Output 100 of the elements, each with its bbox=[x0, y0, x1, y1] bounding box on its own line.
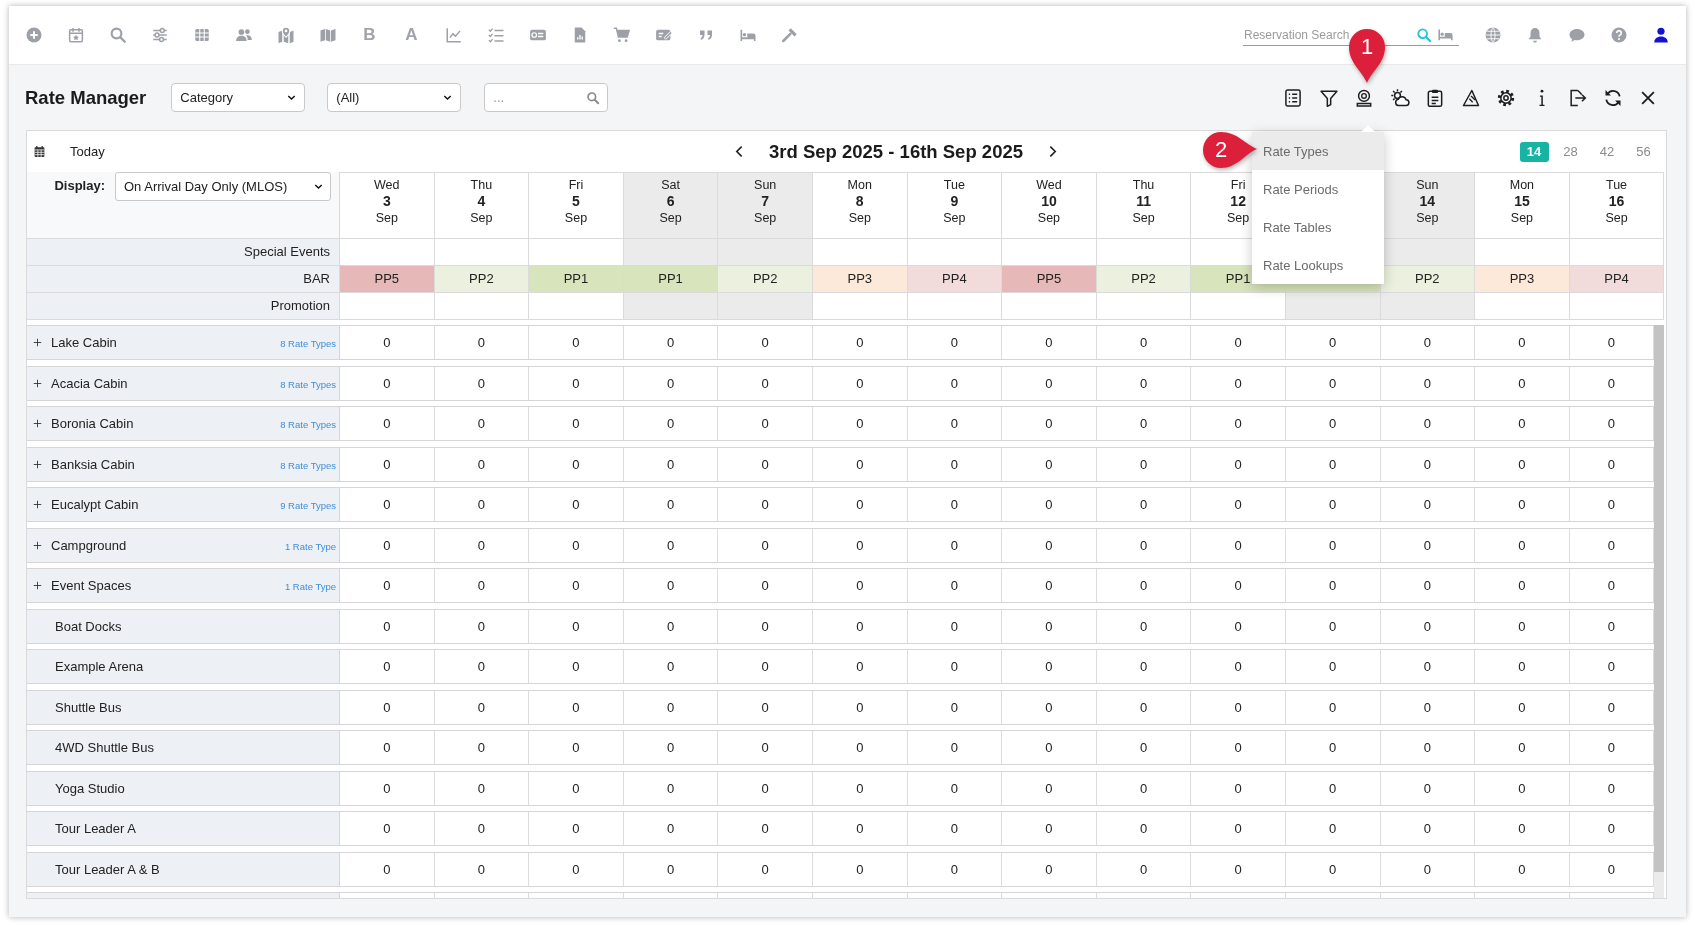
table-cell: 0 bbox=[1285, 447, 1381, 481]
line-chart-icon[interactable] bbox=[444, 26, 463, 44]
table-cell: 0 bbox=[434, 326, 530, 359]
table-cell: 0 bbox=[718, 609, 813, 643]
globe-icon[interactable] bbox=[1484, 26, 1502, 44]
help-icon[interactable] bbox=[1610, 26, 1628, 44]
sliders-icon[interactable] bbox=[150, 26, 169, 44]
table-cell: 0 bbox=[1285, 852, 1381, 886]
plus-icon[interactable] bbox=[33, 581, 42, 590]
table-cell: 0 bbox=[1191, 407, 1286, 440]
plus-icon[interactable] bbox=[33, 500, 42, 509]
map-icon[interactable] bbox=[318, 26, 337, 44]
table-cell: 0 bbox=[434, 528, 530, 562]
rate-cell[interactable]: PP4 bbox=[1569, 266, 1665, 293]
filter-select[interactable]: (All) bbox=[327, 83, 462, 112]
rate-cell[interactable]: PP1 bbox=[623, 266, 719, 293]
triangle-icon[interactable] bbox=[1460, 87, 1481, 108]
table-cell: 0 bbox=[718, 852, 813, 886]
room-type-name: Shuttle Bus bbox=[55, 699, 122, 715]
plus-icon[interactable] bbox=[33, 419, 42, 428]
rate-cell[interactable]: PP4 bbox=[907, 266, 1003, 293]
rate-cell[interactable]: PP2 bbox=[1380, 266, 1476, 293]
weather-icon[interactable] bbox=[1389, 87, 1410, 108]
table-cell: 0 bbox=[718, 690, 813, 724]
room-type-name: Boat Docks bbox=[55, 618, 122, 634]
grid-icon[interactable] bbox=[192, 26, 211, 44]
table-cell: 0 bbox=[1002, 690, 1097, 724]
rate-cell[interactable] bbox=[1285, 284, 1380, 292]
settings-icon[interactable] bbox=[1496, 87, 1516, 108]
table-cell: 0 bbox=[1096, 852, 1192, 886]
table-cell: 0 bbox=[623, 771, 719, 805]
rate-cell[interactable]: PP5 bbox=[340, 266, 435, 293]
people-icon[interactable] bbox=[234, 26, 253, 44]
search-icon[interactable] bbox=[108, 26, 127, 44]
room-type-name: 4WD Shuttle Bus bbox=[55, 740, 154, 755]
map-pin-icon[interactable] bbox=[276, 26, 295, 44]
day-span-option[interactable]: 28 bbox=[1556, 141, 1585, 162]
month-label: Sep bbox=[1037, 210, 1061, 227]
export-icon[interactable] bbox=[1567, 87, 1587, 108]
table-cell: 0 bbox=[1002, 771, 1097, 805]
table-cell: 0 bbox=[812, 731, 908, 764]
weekday-label: Tue bbox=[1605, 177, 1628, 193]
search-icon[interactable] bbox=[586, 90, 601, 105]
rate-cell[interactable]: PP2 bbox=[434, 266, 530, 293]
checklist-icon[interactable] bbox=[486, 26, 505, 44]
room-type-name: Boronia Cabin bbox=[51, 416, 134, 431]
rate-cell[interactable]: PP3 bbox=[812, 266, 908, 293]
table-cell: 0 bbox=[907, 407, 1003, 440]
rate-cell[interactable]: PP1 bbox=[529, 266, 624, 293]
day-number: 8 bbox=[855, 193, 864, 209]
table-cell: 0 bbox=[1380, 609, 1476, 643]
display-select[interactable]: On Arrival Day Only (MLOS) bbox=[115, 172, 331, 201]
table-cell: 0 bbox=[340, 447, 435, 481]
chat-icon[interactable] bbox=[1568, 26, 1586, 44]
plus-icon[interactable] bbox=[33, 459, 42, 469]
day-number: 6 bbox=[666, 193, 675, 209]
table-cell: 0 bbox=[1285, 812, 1381, 845]
clipboard-icon[interactable] bbox=[1425, 87, 1445, 108]
rate-cell[interactable]: PP2 bbox=[718, 266, 813, 293]
menu-item[interactable]: Rate Lookups bbox=[1252, 246, 1384, 284]
table-cell: 0 bbox=[529, 447, 624, 481]
plus-icon[interactable] bbox=[33, 338, 42, 347]
table-cell: 0 bbox=[529, 852, 624, 886]
menu-item[interactable]: Rate Types bbox=[1252, 132, 1384, 170]
table-cell: 0 bbox=[1096, 528, 1192, 562]
table-cell: 0 bbox=[1475, 731, 1570, 764]
add-circle-icon[interactable] bbox=[24, 26, 43, 44]
table-cell: 0 bbox=[340, 366, 435, 400]
table-cell: 0 bbox=[907, 852, 1003, 886]
room-type-name: Tour Leader A bbox=[55, 821, 136, 836]
plus-icon[interactable] bbox=[33, 378, 42, 388]
rate-cell[interactable]: PP3 bbox=[1475, 266, 1570, 293]
plus-icon[interactable] bbox=[33, 540, 42, 550]
table-cell: 0 bbox=[529, 771, 624, 805]
today-button[interactable]: Today bbox=[70, 144, 105, 159]
search-field[interactable]: ... bbox=[484, 83, 609, 112]
table-cell: 0 bbox=[1002, 326, 1097, 359]
month-label: Sep bbox=[943, 210, 966, 227]
table-cell: 0 bbox=[340, 771, 435, 805]
list-icon[interactable] bbox=[1283, 87, 1303, 108]
table-cell: 0 bbox=[1002, 407, 1097, 440]
table-cell: 0 bbox=[1475, 690, 1570, 724]
rate-cell[interactable]: PP5 bbox=[1002, 266, 1097, 293]
cart-icon[interactable] bbox=[612, 26, 631, 44]
menu-item[interactable]: Rate Periods bbox=[1252, 170, 1384, 208]
calendar-icon[interactable] bbox=[66, 26, 85, 44]
user-icon[interactable] bbox=[1652, 26, 1670, 44]
coin-icon[interactable] bbox=[1354, 87, 1374, 108]
filter-select[interactable]: Category bbox=[171, 83, 306, 112]
bell-icon[interactable] bbox=[1526, 26, 1544, 44]
table-cell: 0 bbox=[434, 650, 530, 683]
day-span-option[interactable]: 56 bbox=[1629, 141, 1658, 162]
search-icon[interactable] bbox=[1416, 26, 1432, 43]
rate-cell[interactable]: PP2 bbox=[1096, 266, 1192, 293]
hammer-icon[interactable] bbox=[780, 26, 799, 44]
table-cell: 0 bbox=[434, 609, 530, 643]
table-cell: 0 bbox=[1191, 650, 1286, 683]
menu-item[interactable]: Rate Tables bbox=[1252, 208, 1384, 246]
month-label: Sep bbox=[848, 210, 871, 227]
table-cell: 0 bbox=[623, 528, 719, 562]
